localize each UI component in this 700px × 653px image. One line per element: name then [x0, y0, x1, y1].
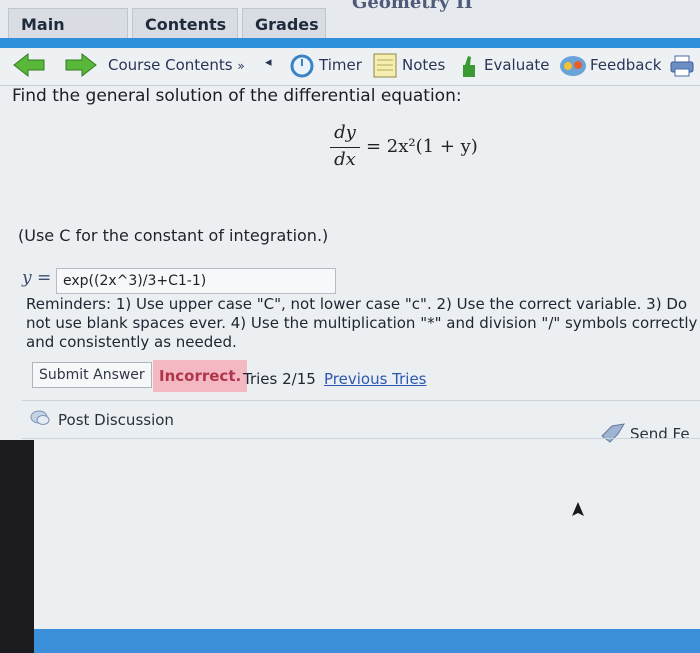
dy-dx-fraction: dy dx [330, 122, 360, 174]
bottom-bar [0, 629, 700, 653]
notes-icon[interactable] [372, 51, 398, 79]
chevron-right-icon: » [237, 59, 245, 73]
feedback-icon[interactable] [558, 53, 588, 79]
discussion-panel-bottom-border [22, 438, 700, 439]
incorrect-status-badge: Incorrect. [153, 360, 248, 392]
screen: Geometry II Main Menu Contents Grades Co… [0, 0, 700, 653]
nav-toolbar: Course Contents » ◂ Timer Notes Evaluate… [0, 48, 700, 84]
timer-icon[interactable] [290, 54, 314, 78]
send-feedback-link[interactable]: Send Fe [630, 425, 690, 443]
evaluate-link[interactable]: Evaluate [484, 56, 550, 74]
notes-link[interactable]: Notes [402, 56, 445, 74]
course-contents-label: Course Contents [108, 56, 233, 74]
submit-answer-button[interactable]: Submit Answer [32, 362, 152, 388]
fraction-denominator: dx [334, 149, 356, 170]
left-marker-icon: ◂ [265, 55, 272, 70]
forward-arrow-icon[interactable] [64, 52, 98, 78]
back-arrow-icon[interactable] [12, 52, 46, 78]
fraction-numerator: dy [334, 122, 356, 143]
answer-variable-label: y = [22, 268, 52, 288]
printer-icon[interactable] [670, 55, 694, 77]
course-contents-link[interactable]: Course Contents » [108, 56, 245, 74]
header-accent-bar [0, 38, 700, 48]
timer-link[interactable]: Timer [319, 56, 362, 74]
equation-rhs: = 2x²(1 + y) [366, 136, 478, 157]
reminders-text: Reminders: 1) Use upper case "C", not lo… [26, 295, 698, 351]
feedback-link[interactable]: Feedback [590, 56, 661, 74]
evaluate-icon[interactable] [459, 53, 479, 79]
screen-bezel [0, 440, 34, 653]
site-title: Geometry II [352, 0, 473, 13]
answer-input[interactable]: exp((2x^3)/3+C1-1) [56, 268, 336, 294]
previous-tries-link[interactable]: Previous Tries [324, 370, 427, 388]
tab-main-menu[interactable]: Main Menu [8, 8, 128, 66]
send-feedback-icon[interactable] [600, 422, 626, 444]
problem-prompt: Find the general solution of the differe… [12, 86, 462, 106]
top-tab-bar: Geometry II Main Menu Contents Grades [0, 0, 700, 66]
post-discussion-link[interactable]: Post Discussion [58, 411, 174, 429]
mouse-cursor-icon [572, 502, 584, 516]
fraction-line [330, 147, 360, 148]
discussion-icon [30, 410, 50, 425]
tab-contents[interactable]: Contents [132, 8, 238, 40]
tab-grades[interactable]: Grades [242, 8, 326, 40]
tries-counter: Tries 2/15 [243, 370, 316, 388]
constant-note: (Use C for the constant of integration.) [18, 226, 329, 245]
discussion-panel-top-border [22, 400, 700, 401]
